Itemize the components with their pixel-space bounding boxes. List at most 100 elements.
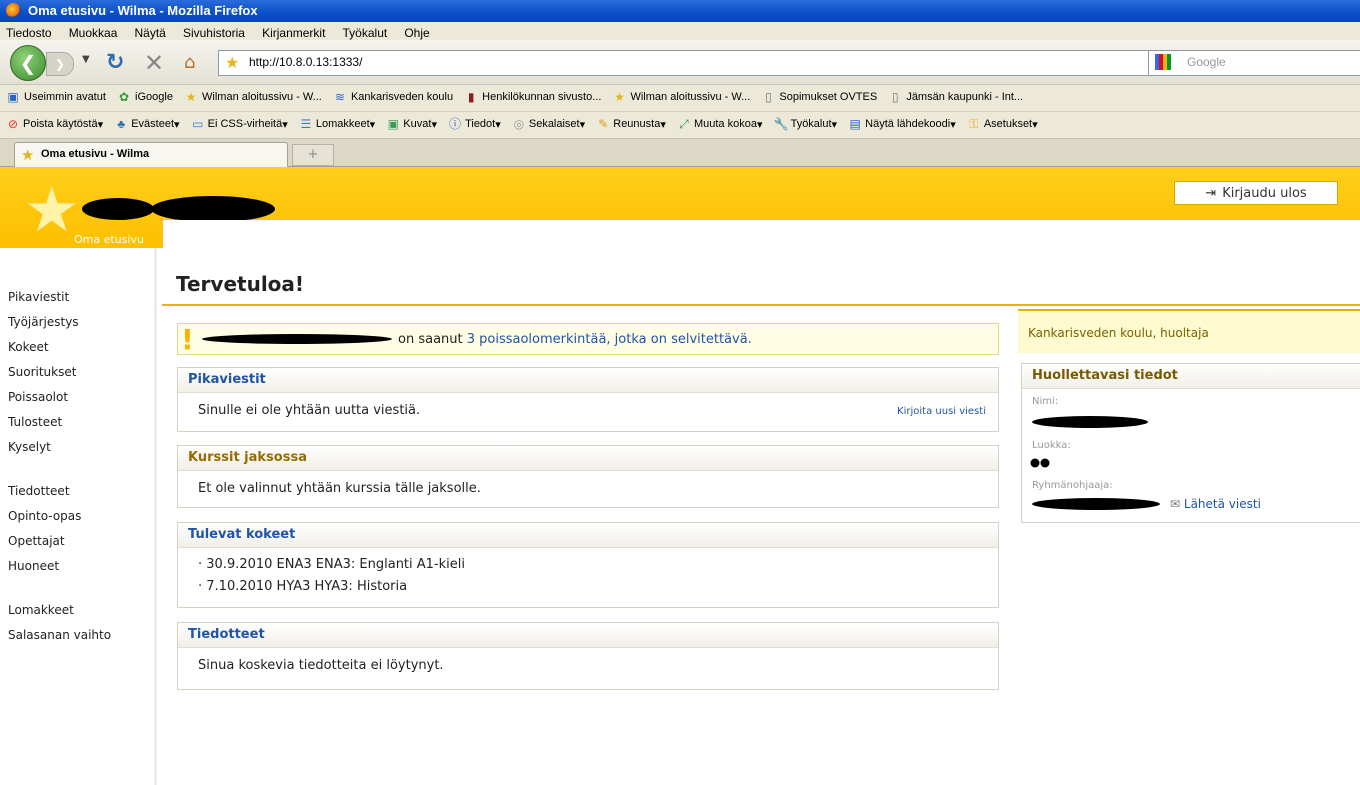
new-tab-button[interactable]: + (292, 144, 334, 166)
firefox-icon (6, 3, 21, 18)
sidebar-item-tiedotteet[interactable]: Tiedotteet (8, 484, 70, 498)
exam-item: · 30.9.2010 ENA3 ENA3: Englanti A1-kieli (198, 557, 465, 572)
alert-text: on saanut 3 poissaolomerkintää, jotka on… (398, 332, 752, 347)
bookmark-item[interactable]: ★ Wilman aloitussivu - W... (184, 90, 322, 104)
book-icon: ▮ (467, 90, 475, 104)
sidebar-item-tulosteet[interactable]: Tulosteet (8, 415, 62, 429)
web-developer-toolbar: ⊘ Poista käytöstä ▾ ♣ Evästeet ▾ ▭ Ei CSS-vir… (0, 112, 1360, 139)
webdev-tools[interactable]: 🔧 Työkalut ▾ (774, 117, 838, 131)
webdev-cookies[interactable]: ♣ Evästeet ▾ (114, 117, 179, 131)
webdev-misc[interactable]: ◎ Sekalaiset ▾ (512, 117, 586, 131)
options-icon: ⚿ (969, 117, 979, 131)
site-icon: ★ (225, 53, 240, 72)
bookmark-item[interactable]: ▯ Sopimukset OVTES (761, 90, 877, 104)
reload-icon[interactable]: ↻ (106, 50, 124, 75)
misc-icon: ◎ (513, 117, 525, 131)
menu-tyokalut[interactable]: Työkalut (343, 26, 388, 40)
sidebar: Pikaviestit Työjärjestys Kokeet Suorituk… (0, 248, 157, 785)
navigation-toolbar: ❮ ❯ ▼ ↻ ✕ ⌂ ★ http://10.8.0.13:1333/ ☆ ▼… (0, 40, 1360, 85)
exams-box: Tulevat kokeet · 30.9.2010 ENA3 ENA3: En… (177, 522, 999, 608)
courses-box: Kurssit jaksossa Et ole valinnut yhtään … (177, 445, 999, 508)
search-input[interactable]: Google (1148, 50, 1360, 76)
back-button[interactable]: ❮ (10, 45, 46, 81)
bookmark-item[interactable]: ▯ Jämsän kaupunki - Int... (888, 90, 1023, 104)
source-icon: ▤ (849, 117, 861, 131)
menu-tiedosto[interactable]: Tiedosto (6, 26, 52, 40)
ward-info-heading: Huollettavasi tiedot (1022, 364, 1360, 389)
webdev-css[interactable]: ▭ Ei CSS-virheitä ▾ (191, 117, 288, 131)
star-icon: ★ (185, 90, 197, 104)
webdev-outline[interactable]: ✎ Reunusta ▾ (596, 117, 666, 131)
exams-heading[interactable]: Tulevat kokeet (178, 523, 998, 548)
home-link[interactable]: Oma etusivu (74, 233, 144, 246)
search-placeholder: Google (1187, 55, 1226, 69)
url-bar[interactable]: ★ http://10.8.0.13:1333/ ☆ ▼ (218, 50, 1270, 76)
tab-strip: ★ Oma etusivu - Wilma + (0, 139, 1360, 167)
disable-icon: ⊘ (7, 117, 19, 131)
messages-heading[interactable]: Pikaviestit (178, 368, 998, 393)
sidebar-item-opinto-opas[interactable]: Opinto-opas (8, 509, 81, 523)
redacted-class-value (1030, 458, 1050, 468)
images-icon: ▣ (387, 117, 399, 131)
url-text[interactable]: http://10.8.0.13:1333/ (249, 55, 362, 69)
webdev-info[interactable]: ⓘ Tiedot ▾ (448, 117, 501, 131)
tab-oma-etusivu[interactable]: ★ Oma etusivu - Wilma (14, 142, 288, 167)
webdev-images[interactable]: ▣ Kuvat ▾ (386, 117, 437, 131)
logout-icon: ⇥ (1205, 185, 1217, 201)
bookmark-item[interactable]: ★ Wilman aloitussivu - W... (612, 90, 750, 104)
send-message-link[interactable]: ✉ Lähetä viesti (1170, 497, 1261, 511)
sidebar-item-kyselyt[interactable]: Kyselyt (8, 440, 51, 454)
menu-ohje[interactable]: Ohje (404, 26, 429, 40)
sidebar-item-pikaviestit[interactable]: Pikaviestit (8, 290, 69, 304)
messages-box: Pikaviestit Sinulle ei ole yhtään uutta … (177, 367, 999, 432)
redacted-name-value (1032, 416, 1148, 428)
new-message-link[interactable]: Kirjoita uusi viesti (897, 406, 986, 417)
webdev-forms[interactable]: ☰ Lomakkeet ▾ (299, 117, 375, 131)
sidebar-item-huoneet[interactable]: Huoneet (8, 559, 59, 573)
bookmarks-toolbar: ▣ Useimmin avatut ✿ iGoogle ★ Wilman aloitu… (0, 85, 1360, 112)
info-icon: ⓘ (449, 117, 462, 131)
menu-kirjanmerkit[interactable]: Kirjanmerkit (262, 26, 325, 40)
class-label: Luokka: (1032, 440, 1071, 451)
history-dropdown-icon[interactable]: ▼ (82, 54, 90, 65)
stop-icon[interactable]: ✕ (144, 49, 164, 77)
home-icon[interactable]: ⌂ (184, 52, 195, 73)
sidebar-item-lomakkeet[interactable]: Lomakkeet (8, 603, 74, 617)
sidebar-item-opettajat[interactable]: Opettajat (8, 534, 65, 548)
bookmark-item[interactable]: ▣ Useimmin avatut (6, 90, 106, 104)
envelope-icon: ✉ (1170, 497, 1181, 511)
menu-nayta[interactable]: Näytä (134, 26, 165, 40)
menubar: Tiedosto Muokkaa Näytä Sivuhistoria Kirj… (0, 22, 1360, 41)
sidebar-item-tyojarjestys[interactable]: Työjärjestys (8, 315, 79, 329)
header-underline (163, 220, 1360, 248)
webdev-resize[interactable]: ⤢ Muuta kokoa ▾ (677, 117, 762, 131)
bookmark-item[interactable]: ≋ Kankarisveden koulu (333, 90, 453, 104)
sidebar-item-suoritukset[interactable]: Suoritukset (8, 365, 76, 379)
redacted-student-name (202, 334, 392, 344)
wrench-icon: 🔧 (773, 117, 789, 131)
sidebar-item-poissaolot[interactable]: Poissaolot (8, 390, 68, 404)
bookmark-item[interactable]: ▮ Henkilökunnan sivusto... (464, 90, 602, 104)
google-icon[interactable] (1155, 54, 1171, 70)
notices-heading[interactable]: Tiedotteet (178, 623, 998, 648)
school-role-banner: Kankarisveden koulu, huoltaja (1018, 309, 1360, 353)
bookmark-item[interactable]: ✿ iGoogle (117, 90, 173, 104)
sidebar-item-kokeet[interactable]: Kokeet (8, 340, 49, 354)
sidebar-item-salasanan-vaihto[interactable]: Salasanan vaihto (8, 628, 111, 642)
forward-button[interactable]: ❯ (46, 52, 74, 76)
logout-button[interactable]: ⇥ Kirjaudu ulos (1174, 181, 1338, 205)
menu-muokkaa[interactable]: Muokkaa (69, 26, 118, 40)
page-content: ★ Oma etusivu ⇥ Kirjaudu ulos Pikaviesti… (0, 167, 1360, 785)
star-icon: ★ (614, 90, 625, 104)
menu-sivuhistoria[interactable]: Sivuhistoria (183, 26, 245, 40)
absence-link[interactable]: 3 poissaolomerkintää, jotka on selvitett… (467, 332, 752, 347)
redacted-advisor-value (1032, 498, 1160, 510)
exam-item: · 7.10.2010 HYA3 HYA3: Historia (198, 579, 408, 594)
window-titlebar: Oma etusivu - Wilma - Mozilla Firefox (0, 0, 1360, 22)
webdev-disable[interactable]: ⊘ Poista käytöstä ▾ (6, 117, 103, 131)
webdev-options[interactable]: ⚿ Asetukset ▾ (967, 117, 1037, 131)
absence-alert: ! on saanut 3 poissaolomerkintää, jotka … (177, 323, 999, 355)
forms-icon: ☰ (300, 117, 312, 131)
webdev-view-source[interactable]: ▤ Näytä lähdekoodi ▾ (848, 117, 956, 131)
folder-icon: ▣ (7, 90, 19, 104)
